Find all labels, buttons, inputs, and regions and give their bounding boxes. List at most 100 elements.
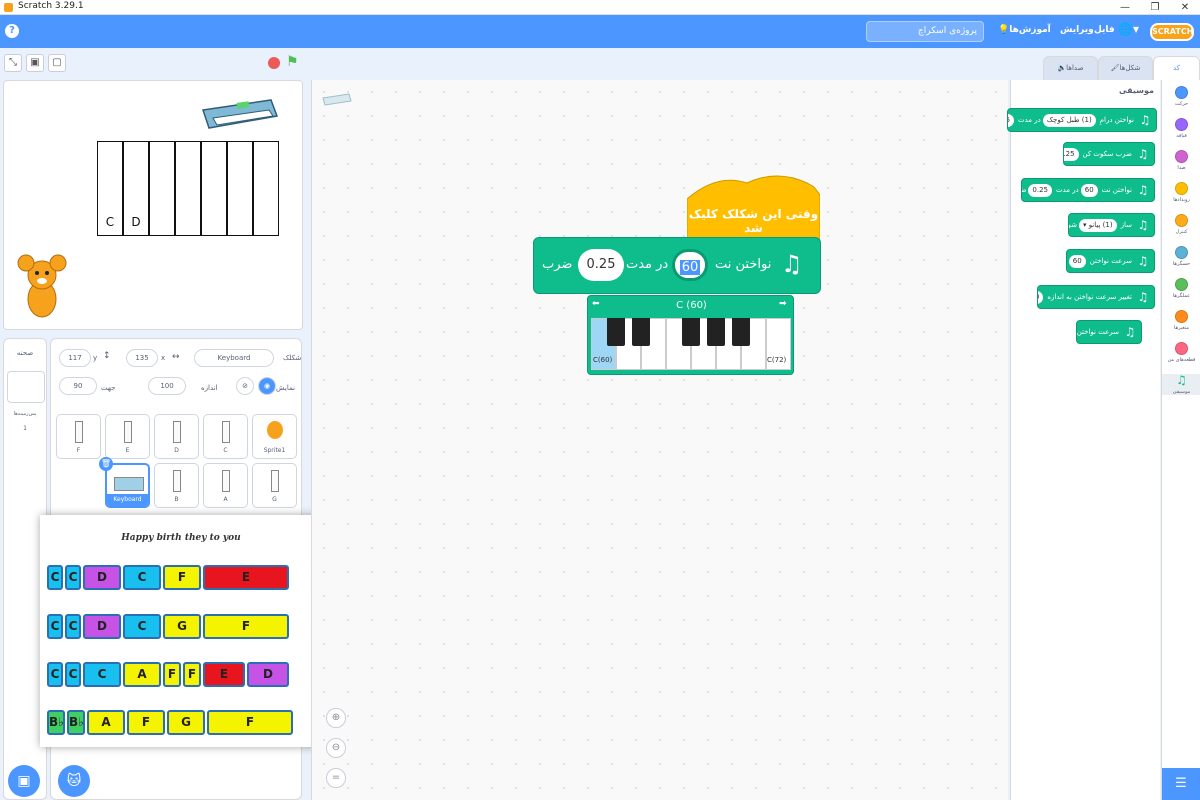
fullscreen-icon[interactable]: ⤡ <box>4 54 22 72</box>
choose-backdrop-icon[interactable]: ▣ <box>8 765 40 797</box>
small-stage-icon[interactable]: ▣ <box>26 54 44 72</box>
category-item[interactable]: قیافه <box>1162 118 1200 139</box>
tab-costumes-label: شکل‌ها <box>1119 64 1141 72</box>
sprite-tile[interactable]: D <box>154 414 199 459</box>
restore-button[interactable]: ❐ <box>1140 0 1170 15</box>
block-input[interactable]: 0.25 <box>1028 184 1052 197</box>
size-input[interactable]: 100 <box>148 377 186 395</box>
zoom-in-icon[interactable]: ⊕ <box>326 708 346 728</box>
arrow-right-icon[interactable]: ➡ <box>779 299 787 309</box>
black-key[interactable] <box>607 318 625 346</box>
edit-menu[interactable]: ویرایش <box>1060 25 1094 35</box>
sprite-tile[interactable]: C <box>203 414 248 459</box>
green-flag-icon[interactable]: ⚑ <box>286 55 299 69</box>
choose-sprite-icon[interactable]: 🐱 <box>58 765 90 797</box>
tab-sounds[interactable]: 🔈صداها <box>1043 56 1098 80</box>
black-key[interactable] <box>632 318 650 346</box>
palette-block[interactable]: ♫ نواختن درامِ(1) طبل کوچکدر مدت0.25 <box>1007 108 1157 132</box>
piano-key[interactable] <box>175 141 201 236</box>
file-menu[interactable]: فایل <box>1094 25 1115 35</box>
stage[interactable]: C D <box>3 80 303 330</box>
block-palette: موسیقی ♫نواختن درامِ(1) طبل کوچکدر مدت0.… <box>1007 80 1160 800</box>
palette-block[interactable]: ♫ تغییر سرعت نواختن به اندازه20 <box>1037 285 1155 309</box>
category-label: کنترل <box>1175 229 1188 235</box>
beats-label: ضرب <box>542 257 573 272</box>
piano-key[interactable] <box>253 141 279 236</box>
piano-key[interactable] <box>227 141 253 236</box>
palette-block[interactable]: ♫ سرعت نواختن <box>1076 320 1142 344</box>
block-input[interactable]: 0.25 <box>1064 148 1079 161</box>
block-text: تغییر سرعت نواختن به اندازه <box>1047 293 1132 301</box>
category-item[interactable]: رویدادها <box>1162 182 1200 203</box>
help-icon[interactable]: ? <box>5 24 19 38</box>
note-piano-picker[interactable]: ⬅ C (60) ➡ C(60) C(72) <box>587 295 794 375</box>
sprite-tile[interactable]: E <box>105 414 150 459</box>
stage-thumbnail[interactable] <box>7 371 45 403</box>
black-key[interactable] <box>732 318 750 346</box>
sprite-tile[interactable]: Sprite1 <box>252 414 297 459</box>
show-visible-icon[interactable]: ◉ <box>258 377 276 395</box>
palette-block[interactable]: ♫ سرعت نواختن60شود <box>1066 249 1155 273</box>
cat-sprite[interactable] <box>12 251 72 330</box>
delete-sprite-icon[interactable]: 🗑 <box>99 457 113 471</box>
block-input[interactable]: 60 <box>1068 255 1086 268</box>
stop-icon[interactable] <box>268 57 280 69</box>
category-item[interactable]: متغیرها <box>1162 310 1200 331</box>
category-item[interactable]: قطعه‌های من <box>1162 342 1200 363</box>
block-input[interactable]: 0.25 <box>1008 114 1015 127</box>
note-input[interactable]: 60 <box>672 249 708 281</box>
palette-block[interactable]: ♫ نواختن نت60در مدت 0.25ضرب <box>1021 178 1155 202</box>
block-text: شود <box>1069 221 1077 229</box>
play-note-block[interactable]: ♫ نواختن نت 60 در مدت 0.25 ضرب <box>533 237 821 294</box>
piano-key[interactable] <box>201 141 227 236</box>
hide-icon[interactable]: ⊘ <box>236 377 254 395</box>
sprite-name-input[interactable]: Keyboard <box>194 349 274 367</box>
black-key[interactable] <box>682 318 700 346</box>
sprite-tile[interactable]: G <box>252 463 297 508</box>
category-item[interactable]: کنترل <box>1162 214 1200 235</box>
minimize-button[interactable]: — <box>1110 0 1140 15</box>
scratch-logo[interactable]: SCRATCH <box>1150 23 1194 41</box>
when-clicked-hat-block[interactable]: وقتی این شکلک کلیک شد <box>687 173 820 241</box>
code-area[interactable] <box>311 80 1008 800</box>
category-item[interactable]: ♫ موسیقی <box>1162 374 1200 395</box>
close-window-button[interactable]: ✕ <box>1170 0 1200 15</box>
tutorials-menu[interactable]: 💡آموزش‌ها <box>998 25 1051 35</box>
palette-block[interactable]: ♫ ضرب سکوت کن0.25 <box>1063 142 1155 166</box>
sprite-tile[interactable]: Keyboard <box>105 463 150 508</box>
piano-key[interactable]: D <box>123 141 149 236</box>
beats-input[interactable]: 0.25 <box>578 249 624 281</box>
tab-costumes[interactable]: 🖌شکل‌ها <box>1098 56 1153 80</box>
zoom-reset-icon[interactable]: = <box>326 768 346 788</box>
sprite-tile[interactable]: A <box>203 463 248 508</box>
block-input[interactable]: 60 <box>1080 184 1098 197</box>
category-item[interactable]: حسگرها <box>1162 246 1200 267</box>
piano-key[interactable]: C <box>97 141 123 236</box>
piano-key[interactable] <box>149 141 175 236</box>
zoom-out-icon[interactable]: ⊖ <box>326 738 346 758</box>
category-item[interactable]: عملگرها <box>1162 278 1200 299</box>
tab-code[interactable]: کد <box>1153 56 1200 80</box>
sprite-name-label: شکلک <box>283 354 302 362</box>
y-input[interactable]: 117 <box>59 349 91 367</box>
add-extension-icon[interactable]: ☰ <box>1162 768 1200 800</box>
direction-input[interactable]: 90 <box>59 377 97 395</box>
music-note-icon: ♫ <box>1137 254 1149 268</box>
music-note-icon: ♫ <box>1137 183 1149 197</box>
category-item[interactable]: صدا <box>1162 150 1200 171</box>
globe-icon[interactable]: 🌐▾ <box>1118 22 1139 36</box>
keyboard-sprite[interactable] <box>199 96 279 130</box>
menu-bar: ? پروژه‌ی اسکراچ 💡آموزش‌ها ویرایش فایل 🌐… <box>0 15 1200 48</box>
project-title-input[interactable]: پروژه‌ی اسکراچ <box>866 21 984 42</box>
large-stage-icon[interactable]: ▢ <box>48 54 66 72</box>
category-item[interactable]: حرکت <box>1162 86 1200 107</box>
tab-sounds-label: صداها <box>1066 64 1084 72</box>
block-input[interactable]: 20 <box>1038 291 1044 304</box>
block-input[interactable]: (1) طبل کوچک <box>1042 114 1096 127</box>
block-input[interactable]: (1) پیانو ▾ <box>1078 219 1117 232</box>
x-input[interactable]: 135 <box>126 349 158 367</box>
black-key[interactable] <box>707 318 725 346</box>
sprite-tile[interactable]: B <box>154 463 199 508</box>
sprite-tile[interactable]: F <box>56 414 101 459</box>
palette-block[interactable]: ♫ ساز(1) پیانو ▾شود <box>1068 213 1155 237</box>
